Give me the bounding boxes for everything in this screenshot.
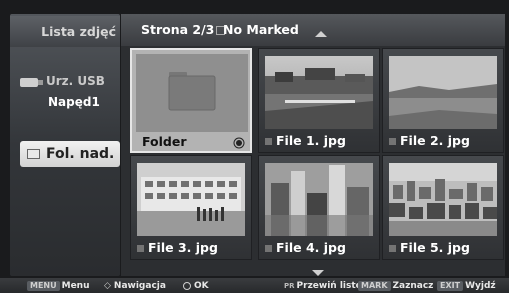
tile-label: Folder — [142, 134, 187, 149]
tile-caption: File 5. jpg — [383, 238, 503, 258]
mark-key: MARK — [358, 281, 391, 291]
image-tile[interactable]: File 1. jpg — [258, 48, 380, 153]
ok-hint[interactable]: OK — [183, 280, 209, 292]
bottom-help-bar: MENU Menu ◇ Nawigacja OK PR Przewiń listę M… — [0, 278, 509, 293]
exit-hint[interactable]: EXIT Wyjdź — [437, 280, 496, 292]
image-tile[interactable]: File 4. jpg — [258, 155, 380, 260]
image-tile[interactable]: File 5. jpg — [382, 155, 504, 260]
tile-caption: File 1. jpg — [259, 131, 379, 151]
page-number: Strona 2/3 — [141, 22, 215, 37]
folder-thumbnail — [136, 54, 248, 132]
navigation-hint: ◇ Nawigacja — [104, 280, 166, 292]
image-thumbnail — [265, 163, 373, 236]
mark-checkbox-icon[interactable] — [265, 138, 272, 145]
thumbnail-area: Strona 2/3 No Marked Folder File 1. jpg … — [121, 14, 505, 276]
usb-device-label: Urz. USB — [46, 74, 105, 88]
image-tile[interactable]: File 3. jpg — [130, 155, 252, 260]
folder-icon — [136, 54, 248, 132]
pr-key: PR — [284, 282, 295, 290]
image-thumbnail — [389, 56, 497, 129]
scroll-list-label: Przewiń listę — [296, 281, 362, 291]
selected-radio-icon — [236, 140, 242, 146]
image-thumbnail — [389, 163, 497, 236]
navigation-arrows-icon: ◇ — [104, 281, 111, 291]
exit-label: Wyjdź — [465, 281, 496, 291]
tile-caption: File 4. jpg — [259, 238, 379, 258]
tile-caption: Folder — [132, 132, 250, 152]
mark-checkbox-icon[interactable] — [137, 245, 144, 252]
parent-folder-button[interactable]: Fol. nad. — [20, 141, 120, 167]
tile-caption: File 2. jpg — [383, 131, 503, 151]
tile-label: File 4. jpg — [276, 240, 346, 255]
tile-label: File 1. jpg — [276, 133, 346, 148]
chevron-down-icon[interactable] — [312, 270, 324, 276]
exit-key: EXIT — [437, 281, 464, 291]
panel-title: Lista zdjęć — [10, 16, 120, 47]
menu-label: Menu — [61, 281, 90, 291]
mark-checkbox-icon[interactable] — [389, 245, 396, 252]
marked-status: No Marked — [223, 22, 299, 37]
chevron-up-icon[interactable] — [315, 31, 327, 37]
photo-harbor-image — [265, 56, 373, 129]
folder-up-icon — [27, 149, 40, 159]
folder-tile[interactable]: Folder — [130, 48, 252, 153]
tile-label: File 3. jpg — [148, 240, 218, 255]
parent-folder-label: Fol. nad. — [46, 146, 115, 162]
drive-label[interactable]: Napęd1 — [48, 95, 100, 109]
image-thumbnail — [265, 56, 373, 129]
usb-icon — [20, 78, 43, 87]
photo-cityscape-image — [389, 163, 497, 236]
mark-label: Zaznacz — [392, 281, 434, 291]
mark-checkbox-icon[interactable] — [389, 138, 396, 145]
menu-hint[interactable]: MENU Menu — [27, 280, 90, 292]
main-header: Strona 2/3 No Marked — [121, 14, 505, 46]
scroll-list-hint[interactable]: PR Przewiń listę — [284, 280, 362, 292]
image-tile[interactable]: File 2. jpg — [382, 48, 504, 153]
photo-building-image — [137, 163, 245, 236]
image-thumbnail — [137, 163, 245, 236]
navigation-label: Nawigacja — [113, 281, 166, 291]
left-panel: Lista zdjęć Urz. USB Napęd1 Fol. nad. — [10, 14, 120, 276]
photo-list-screen: Lista zdjęć Urz. USB Napęd1 Fol. nad. St… — [0, 0, 509, 293]
tile-label: File 5. jpg — [400, 240, 470, 255]
tile-label: File 2. jpg — [400, 133, 470, 148]
menu-key: MENU — [27, 281, 60, 291]
photo-skyscrapers-image — [265, 163, 373, 236]
mark-checkbox-icon[interactable] — [265, 245, 272, 252]
page-indicator: Strona 2/3 — [141, 22, 229, 37]
ok-label: OK — [194, 281, 209, 291]
tile-caption: File 3. jpg — [131, 238, 251, 258]
mark-hint[interactable]: MARK Zaznacz — [358, 280, 433, 292]
ok-icon — [183, 281, 191, 290]
photo-coast-image — [389, 56, 497, 129]
